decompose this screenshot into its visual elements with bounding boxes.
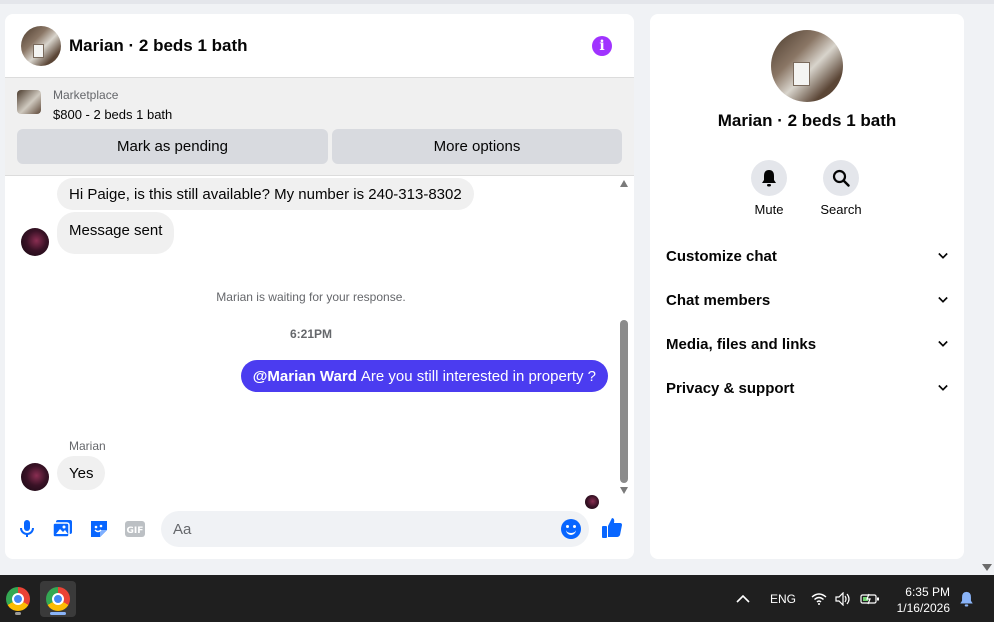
section-privacy-support[interactable]: Privacy & support: [666, 373, 948, 403]
more-options-button[interactable]: More options: [332, 129, 622, 164]
sender-name: Marian: [69, 439, 106, 453]
details-title: Marian · 2 beds 1 bath: [717, 111, 897, 130]
image-icon[interactable]: [53, 519, 73, 539]
contact-avatar[interactable]: [21, 463, 49, 491]
search-label: Search: [820, 202, 862, 217]
chat-header: Marian · 2 beds 1 bath i: [5, 14, 634, 78]
message-timestamp: 6:21PM: [289, 327, 333, 341]
seen-indicator-avatar: [585, 495, 599, 509]
microphone-icon[interactable]: [17, 519, 37, 539]
mark-as-pending-button[interactable]: Mark as pending: [17, 129, 328, 164]
chat-panel: Marian · 2 beds 1 bath i Marketplace $80…: [5, 14, 634, 559]
listing-thumbnail[interactable]: [17, 90, 41, 114]
scrollbar[interactable]: [619, 176, 629, 501]
chrome-icon: [46, 587, 70, 611]
section-label: Customize chat: [666, 247, 777, 265]
top-strip: [0, 0, 994, 4]
waiting-notice: Marian is waiting for your response.: [216, 290, 406, 304]
section-label: Privacy & support: [666, 379, 795, 397]
clock-time: 6:35 PM: [905, 585, 950, 599]
listing-avatar[interactable]: [21, 25, 61, 66]
page-scroll-down-arrow[interactable]: [982, 564, 992, 571]
chevron-down-icon: [938, 295, 948, 305]
section-customize-chat[interactable]: Customize chat: [666, 241, 948, 271]
sticker-icon[interactable]: [89, 519, 109, 539]
section-label: Media, files and links: [666, 335, 817, 353]
marketplace-label: Marketplace: [53, 88, 119, 102]
chat-title[interactable]: Marian · 2 beds 1 bath: [69, 36, 248, 56]
chevron-up-icon[interactable]: [736, 575, 750, 622]
incoming-message[interactable]: Yes: [57, 456, 106, 490]
incoming-message[interactable]: Message sent: [57, 212, 175, 254]
battery-icon[interactable]: [860, 575, 880, 622]
taskbar: ENG 6:35 PM 1/16/2026: [0, 575, 994, 622]
listing-profile-photo[interactable]: [771, 30, 843, 102]
mute-button[interactable]: Mute: [739, 160, 799, 217]
listing-price: $800 - 2 beds 1 bath: [53, 107, 173, 122]
running-indicator: [15, 612, 21, 615]
chevron-down-icon: [938, 383, 948, 393]
scroll-thumb[interactable]: [620, 320, 628, 483]
emoji-icon[interactable]: [561, 519, 581, 539]
mute-label: Mute: [754, 202, 784, 217]
svg-text:GIF: GIF: [127, 526, 144, 536]
volume-icon[interactable]: [835, 575, 851, 622]
taskbar-clock[interactable]: 6:35 PM 1/16/2026: [880, 584, 950, 616]
info-icon[interactable]: i: [592, 36, 612, 56]
outgoing-message-text: Are you still interested in property ?: [360, 367, 596, 385]
section-chat-members[interactable]: Chat members: [666, 285, 948, 315]
mention-tag[interactable]: @Marian Ward: [253, 368, 357, 385]
chevron-down-icon: [938, 251, 948, 261]
scroll-down-arrow[interactable]: [620, 487, 628, 494]
chevron-down-icon: [938, 339, 948, 349]
search-button[interactable]: Search: [811, 160, 871, 217]
message-composer: GIF: [5, 509, 634, 549]
active-indicator: [50, 612, 66, 615]
wifi-icon[interactable]: [811, 575, 827, 622]
language-indicator[interactable]: ENG: [770, 575, 796, 622]
chat-details-panel: Marian · 2 beds 1 bath Mute Search Custo…: [650, 14, 964, 559]
scroll-up-arrow[interactable]: [620, 180, 628, 187]
search-icon[interactable]: [823, 160, 859, 196]
message-list: Hi Paige, is this still available? My nu…: [5, 176, 634, 509]
gif-icon[interactable]: GIF: [125, 519, 145, 539]
clock-date: 1/16/2026: [896, 601, 950, 615]
outgoing-message[interactable]: @Marian Ward Are you still interested in…: [240, 360, 608, 392]
notification-bell-icon[interactable]: [959, 575, 974, 622]
contact-avatar[interactable]: [21, 228, 49, 256]
taskbar-chrome-profile-1[interactable]: [0, 581, 36, 617]
message-input[interactable]: [161, 511, 589, 547]
like-icon[interactable]: [601, 517, 623, 539]
bell-icon[interactable]: [751, 160, 787, 196]
marketplace-banner: Marketplace $800 - 2 beds 1 bath Mark as…: [5, 78, 634, 176]
incoming-message[interactable]: Hi Paige, is this still available? My nu…: [57, 178, 474, 210]
taskbar-chrome-profile-2[interactable]: [40, 581, 76, 617]
section-media-files-links[interactable]: Media, files and links: [666, 329, 948, 359]
chrome-icon: [6, 587, 30, 611]
section-label: Chat members: [666, 291, 771, 309]
